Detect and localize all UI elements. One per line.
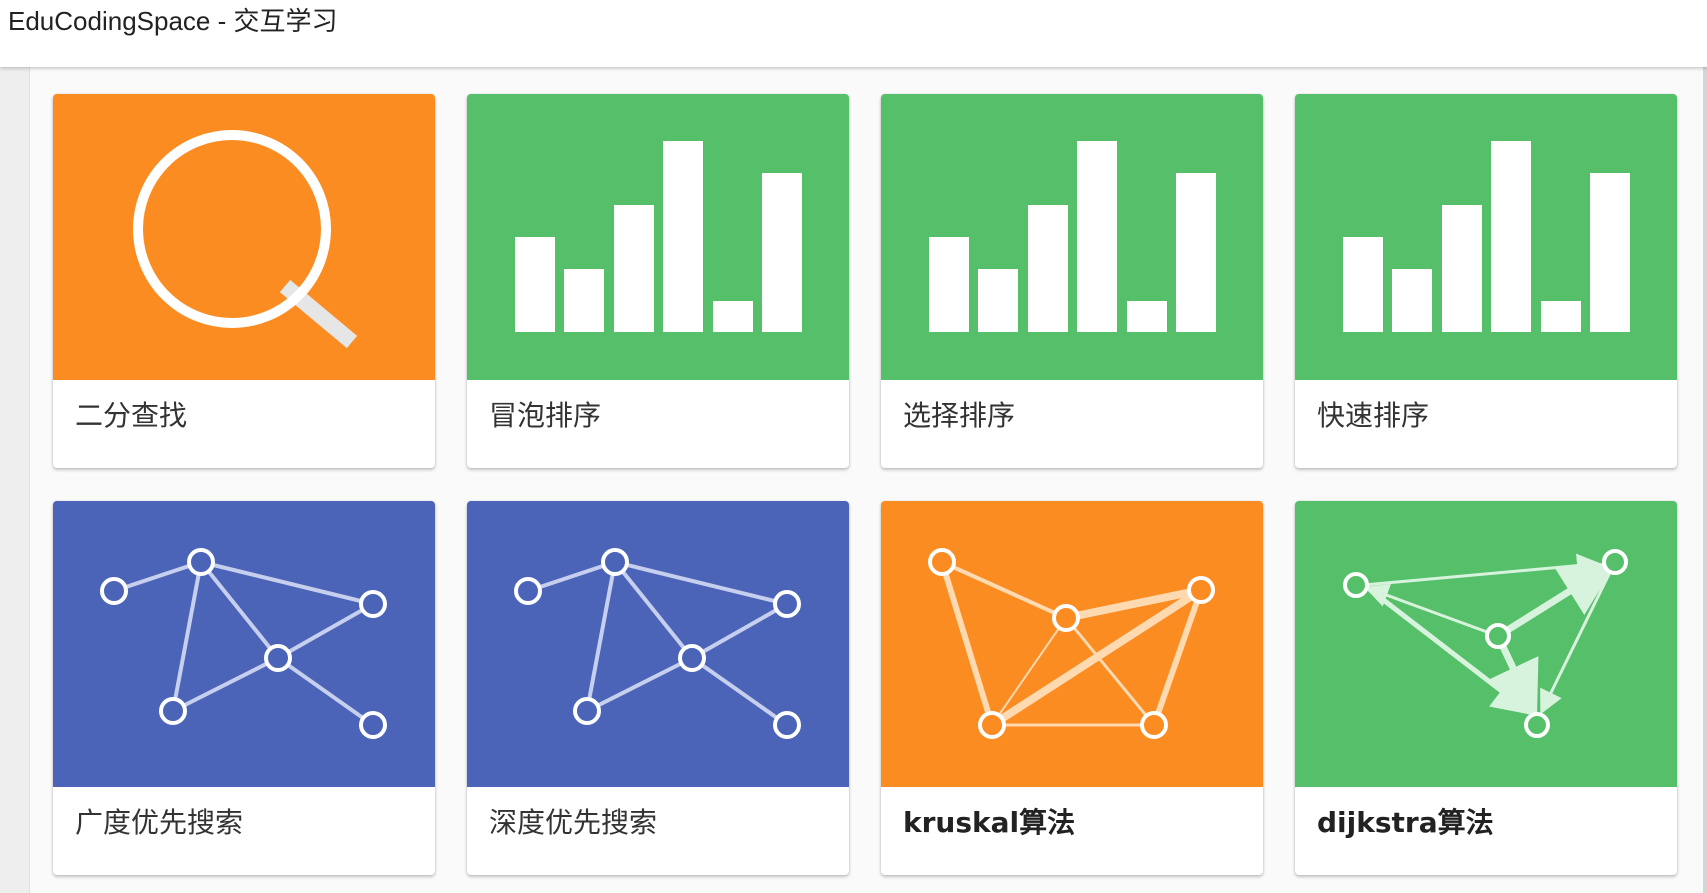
graph-icon [100, 548, 387, 739]
card-quick-sort[interactable]: 快速排序 [1295, 94, 1677, 468]
card-bubble-sort[interactable]: 冒泡排序 [467, 94, 849, 468]
card-label: 广度优先搜索 [75, 806, 244, 839]
card-media [467, 501, 849, 787]
card-kruskal[interactable]: kruskal算法 [881, 501, 1263, 875]
card-media [881, 94, 1263, 380]
algorithm-grid: 二分查找 冒泡排序 选择排序 快速排序 广度优先搜索 深度优先搜索 kruska… [29, 67, 1706, 893]
card-media [53, 501, 435, 787]
card-label: 二分查找 [75, 399, 188, 432]
card-media [53, 94, 435, 380]
scrollbar[interactable] [1703, 67, 1707, 893]
card-dfs[interactable]: 深度优先搜索 [467, 501, 849, 875]
directed-graph-icon [1343, 549, 1628, 738]
magnifier-icon [133, 130, 358, 349]
card-label: dijkstra算法 [1317, 806, 1494, 839]
card-media [1295, 94, 1677, 380]
title-bar: EduCodingSpace - 交互学习 [0, 0, 1707, 67]
card-label: kruskal算法 [903, 806, 1076, 839]
weighted-graph-icon [928, 548, 1215, 739]
card-dijkstra[interactable]: dijkstra算法 [1295, 501, 1677, 875]
card-label: 深度优先搜索 [489, 806, 658, 839]
card-media [881, 501, 1263, 787]
card-media [467, 94, 849, 380]
card-label: 选择排序 [903, 399, 1016, 432]
bar-chart-icon [515, 141, 802, 332]
bar-chart-icon [1343, 141, 1630, 332]
card-label: 冒泡排序 [489, 399, 602, 432]
card-bfs[interactable]: 广度优先搜索 [53, 501, 435, 875]
window-title: EduCodingSpace - 交互学习 [8, 6, 338, 36]
card-label: 快速排序 [1317, 399, 1430, 432]
card-selection-sort[interactable]: 选择排序 [881, 94, 1263, 468]
card-binary-search[interactable]: 二分查找 [53, 94, 435, 468]
graph-icon [514, 548, 801, 739]
bar-chart-icon [929, 141, 1216, 332]
card-media [1295, 501, 1677, 787]
